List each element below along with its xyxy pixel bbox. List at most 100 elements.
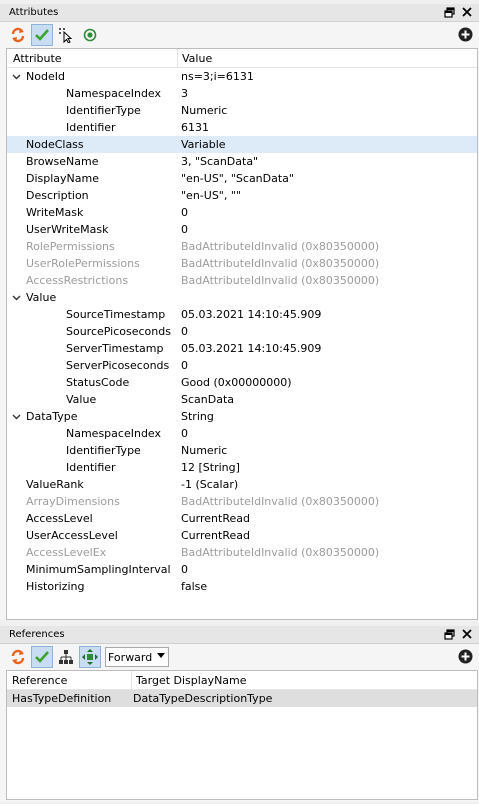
attribute-value: Good (0x00000000): [181, 376, 292, 389]
attribute-value-cell: BadAttributeIdInvalid (0x80350000): [178, 257, 379, 270]
attribute-row[interactable]: NamespaceIndex 3: [7, 85, 477, 102]
attribute-row[interactable]: AccessRestrictions BadAttributeIdInvalid …: [7, 272, 477, 289]
attribute-row[interactable]: IdentifierType Numeric: [7, 102, 477, 119]
attribute-value: 0: [181, 427, 188, 440]
close-icon[interactable]: [461, 628, 473, 640]
chevron-down-icon[interactable]: [10, 74, 23, 80]
attribute-name-cell: Description: [7, 189, 178, 202]
check-toggle-button[interactable]: [31, 24, 53, 46]
references-grid: Reference Target DisplayName HasTypeDefi…: [6, 670, 478, 800]
attribute-value-cell: 0: [178, 325, 188, 338]
attribute-value: BadAttributeIdInvalid (0x80350000): [181, 274, 380, 287]
attribute-row[interactable]: Historizing false: [7, 578, 477, 595]
select-pointer-button[interactable]: [55, 24, 77, 46]
add-button[interactable]: [458, 27, 473, 42]
check-toggle-button[interactable]: [31, 646, 53, 668]
attribute-value-cell: BadAttributeIdInvalid (0x80350000): [178, 495, 379, 508]
attribute-row[interactable]: UserAccessLevel CurrentRead: [7, 527, 477, 544]
attribute-row[interactable]: AccessLevel CurrentRead: [7, 510, 477, 527]
attribute-row[interactable]: Description "en-US", "": [7, 187, 477, 204]
attribute-row[interactable]: ServerPicoseconds 0: [7, 357, 477, 374]
references-toolbar: Forward: [0, 644, 479, 670]
attribute-label: WriteMask: [26, 206, 84, 219]
attribute-label: UserRolePermissions: [26, 257, 140, 270]
move-arrows-icon: [82, 649, 98, 665]
attribute-name-cell: NamespaceIndex: [7, 427, 178, 440]
attribute-name-cell: NamespaceIndex: [7, 87, 178, 100]
attribute-row[interactable]: ArrayDimensions BadAttributeIdInvalid (0x…: [7, 493, 477, 510]
chevron-down-icon[interactable]: [10, 295, 23, 301]
attribute-row[interactable]: UserRolePermissions BadAttributeIdInvalid…: [7, 255, 477, 272]
reference-row[interactable]: HasTypeDefinition DataTypeDescriptionType: [7, 690, 477, 707]
attribute-row[interactable]: DisplayName "en-US", "ScanData": [7, 170, 477, 187]
refresh-button[interactable]: [7, 24, 29, 46]
attribute-row[interactable]: SourcePicoseconds 0: [7, 323, 477, 340]
float-window-icon[interactable]: [443, 6, 455, 18]
refresh-icon: [11, 27, 25, 43]
attribute-row[interactable]: NodeId ns=3;i=6131: [7, 68, 477, 85]
attribute-row[interactable]: Value ScanData: [7, 391, 477, 408]
attribute-row[interactable]: ServerTimestamp 05.03.2021 14:10:45.909: [7, 340, 477, 357]
column-header-target[interactable]: Target DisplayName: [132, 674, 247, 687]
attribute-row[interactable]: RolePermissions BadAttributeIdInvalid (0x…: [7, 238, 477, 255]
attribute-row[interactable]: StatusCode Good (0x00000000): [7, 374, 477, 391]
attribute-row[interactable]: SourceTimestamp 05.03.2021 14:10:45.909: [7, 306, 477, 323]
attribute-row[interactable]: WriteMask 0: [7, 204, 477, 221]
attribute-value-cell: 05.03.2021 14:10:45.909: [178, 308, 321, 321]
direction-select[interactable]: Forward: [105, 647, 169, 667]
attribute-value: Variable: [181, 138, 226, 151]
attribute-value-cell: 3: [178, 87, 188, 100]
column-header-reference[interactable]: Reference: [7, 671, 132, 689]
attribute-row[interactable]: NodeClass Variable: [7, 136, 477, 153]
attribute-name-cell: ValueRank: [7, 478, 178, 491]
attribute-value: 0: [181, 206, 188, 219]
attribute-row[interactable]: AccessLevelEx BadAttributeIdInvalid (0x80…: [7, 544, 477, 561]
attribute-name-cell: NodeClass: [7, 138, 178, 151]
attribute-value-cell: 0: [178, 359, 188, 372]
add-circle-icon: [458, 27, 473, 42]
attribute-row[interactable]: Identifier 6131: [7, 119, 477, 136]
attribute-label: UserWriteMask: [26, 223, 109, 236]
refresh-button[interactable]: [7, 646, 29, 668]
attribute-row[interactable]: MinimumSamplingInterval 0: [7, 561, 477, 578]
attribute-row[interactable]: Value: [7, 289, 477, 306]
hierarchy-button[interactable]: [55, 646, 77, 668]
chevron-down-icon[interactable]: [10, 414, 23, 420]
float-window-icon[interactable]: [443, 628, 455, 640]
attribute-label: UserAccessLevel: [26, 529, 118, 542]
add-button[interactable]: [458, 649, 473, 664]
move-arrows-button[interactable]: [79, 646, 101, 668]
attribute-value-cell: BadAttributeIdInvalid (0x80350000): [178, 274, 379, 287]
attribute-name-cell: IdentifierType: [7, 444, 178, 457]
attribute-label: Identifier: [66, 461, 116, 474]
attribute-label: BrowseName: [26, 155, 99, 168]
column-header-value[interactable]: Value: [178, 52, 212, 65]
attribute-label: Description: [26, 189, 89, 202]
attribute-name-cell: DisplayName: [7, 172, 178, 185]
attribute-name-cell: ServerPicoseconds: [7, 359, 178, 372]
attribute-value: Numeric: [181, 104, 228, 117]
attribute-row[interactable]: BrowseName 3, "ScanData": [7, 153, 477, 170]
attribute-row[interactable]: ValueRank -1 (Scalar): [7, 476, 477, 493]
attribute-row[interactable]: IdentifierType Numeric: [7, 442, 477, 459]
attribute-value-cell: Numeric: [178, 444, 227, 457]
attribute-value: 05.03.2021 14:10:45.909: [181, 308, 322, 321]
attribute-name-cell: AccessRestrictions: [7, 274, 178, 287]
attribute-row[interactable]: DataType String: [7, 408, 477, 425]
attribute-value: 0: [181, 223, 188, 236]
attribute-row[interactable]: UserWriteMask 0: [7, 221, 477, 238]
references-panel: References Forward Reference Target Disp…: [0, 626, 479, 802]
attribute-name-cell: MinimumSamplingInterval: [7, 563, 178, 576]
check-icon: [35, 29, 49, 41]
attribute-name-cell: BrowseName: [7, 155, 178, 168]
attribute-row[interactable]: NamespaceIndex 0: [7, 425, 477, 442]
column-header-attribute[interactable]: Attribute: [7, 49, 178, 67]
attribute-name-cell: SourcePicoseconds: [7, 325, 178, 338]
watch-button[interactable]: [79, 24, 101, 46]
close-icon[interactable]: [461, 6, 473, 18]
attribute-name-cell: AccessLevelEx: [7, 546, 178, 559]
attribute-value-cell: -1 (Scalar): [178, 478, 238, 491]
attribute-label: SourcePicoseconds: [66, 325, 171, 338]
attribute-name-cell: ArrayDimensions: [7, 495, 178, 508]
attribute-row[interactable]: Identifier 12 [String]: [7, 459, 477, 476]
